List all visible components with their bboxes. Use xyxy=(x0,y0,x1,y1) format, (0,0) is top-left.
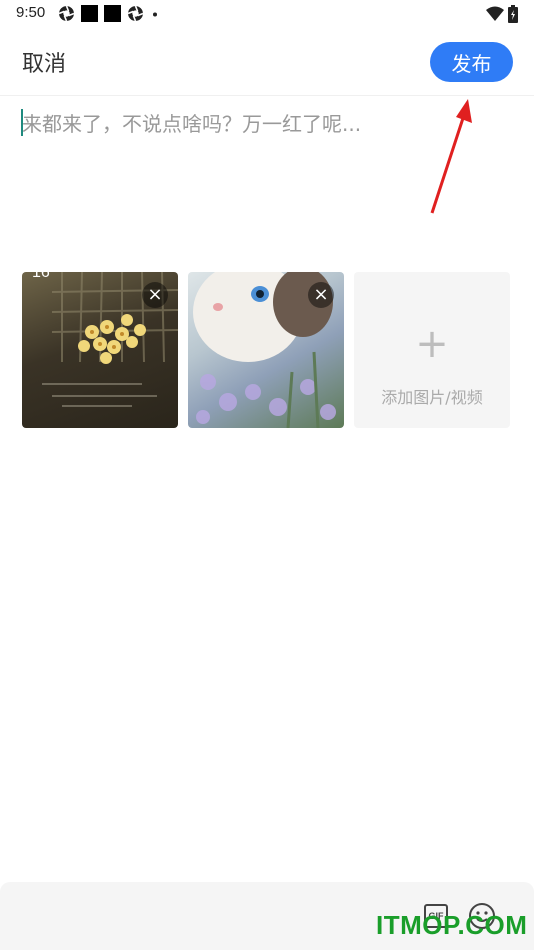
add-media-label: 添加图片/视频 xyxy=(381,388,483,407)
image-overlay-date: 16 xyxy=(32,272,50,281)
cancel-button[interactable]: 取消 xyxy=(22,46,66,78)
plus-icon: + xyxy=(415,321,449,367)
status-bar: 9:50 xyxy=(0,0,534,28)
publish-button[interactable]: 发布 xyxy=(430,42,513,82)
add-media-button[interactable]: + 添加图片/视频 xyxy=(354,272,510,428)
watermark: ITMOP.COM xyxy=(376,910,528,940)
annotation-arrow xyxy=(430,99,472,214)
aperture-icon xyxy=(58,5,75,22)
status-icons-left xyxy=(58,5,160,22)
remove-image-button[interactable]: × xyxy=(142,282,168,308)
wifi-icon xyxy=(486,6,504,21)
battery-icon xyxy=(508,5,518,23)
status-time: 9:50 xyxy=(16,4,46,21)
square-icon xyxy=(104,5,121,22)
text-caret xyxy=(21,109,23,136)
status-icons-right xyxy=(486,5,518,23)
aperture-icon xyxy=(127,5,144,22)
media-thumbnail-daisies[interactable]: 16 × xyxy=(22,272,178,428)
media-grid: 16 × × + 添加图片/视频 xyxy=(22,272,510,428)
square-icon xyxy=(81,5,98,22)
top-bar: 取消 发布 xyxy=(0,28,534,96)
remove-image-button[interactable]: × xyxy=(308,282,334,308)
media-thumbnail-cat[interactable]: × xyxy=(188,272,344,428)
dot-icon xyxy=(153,12,157,17)
